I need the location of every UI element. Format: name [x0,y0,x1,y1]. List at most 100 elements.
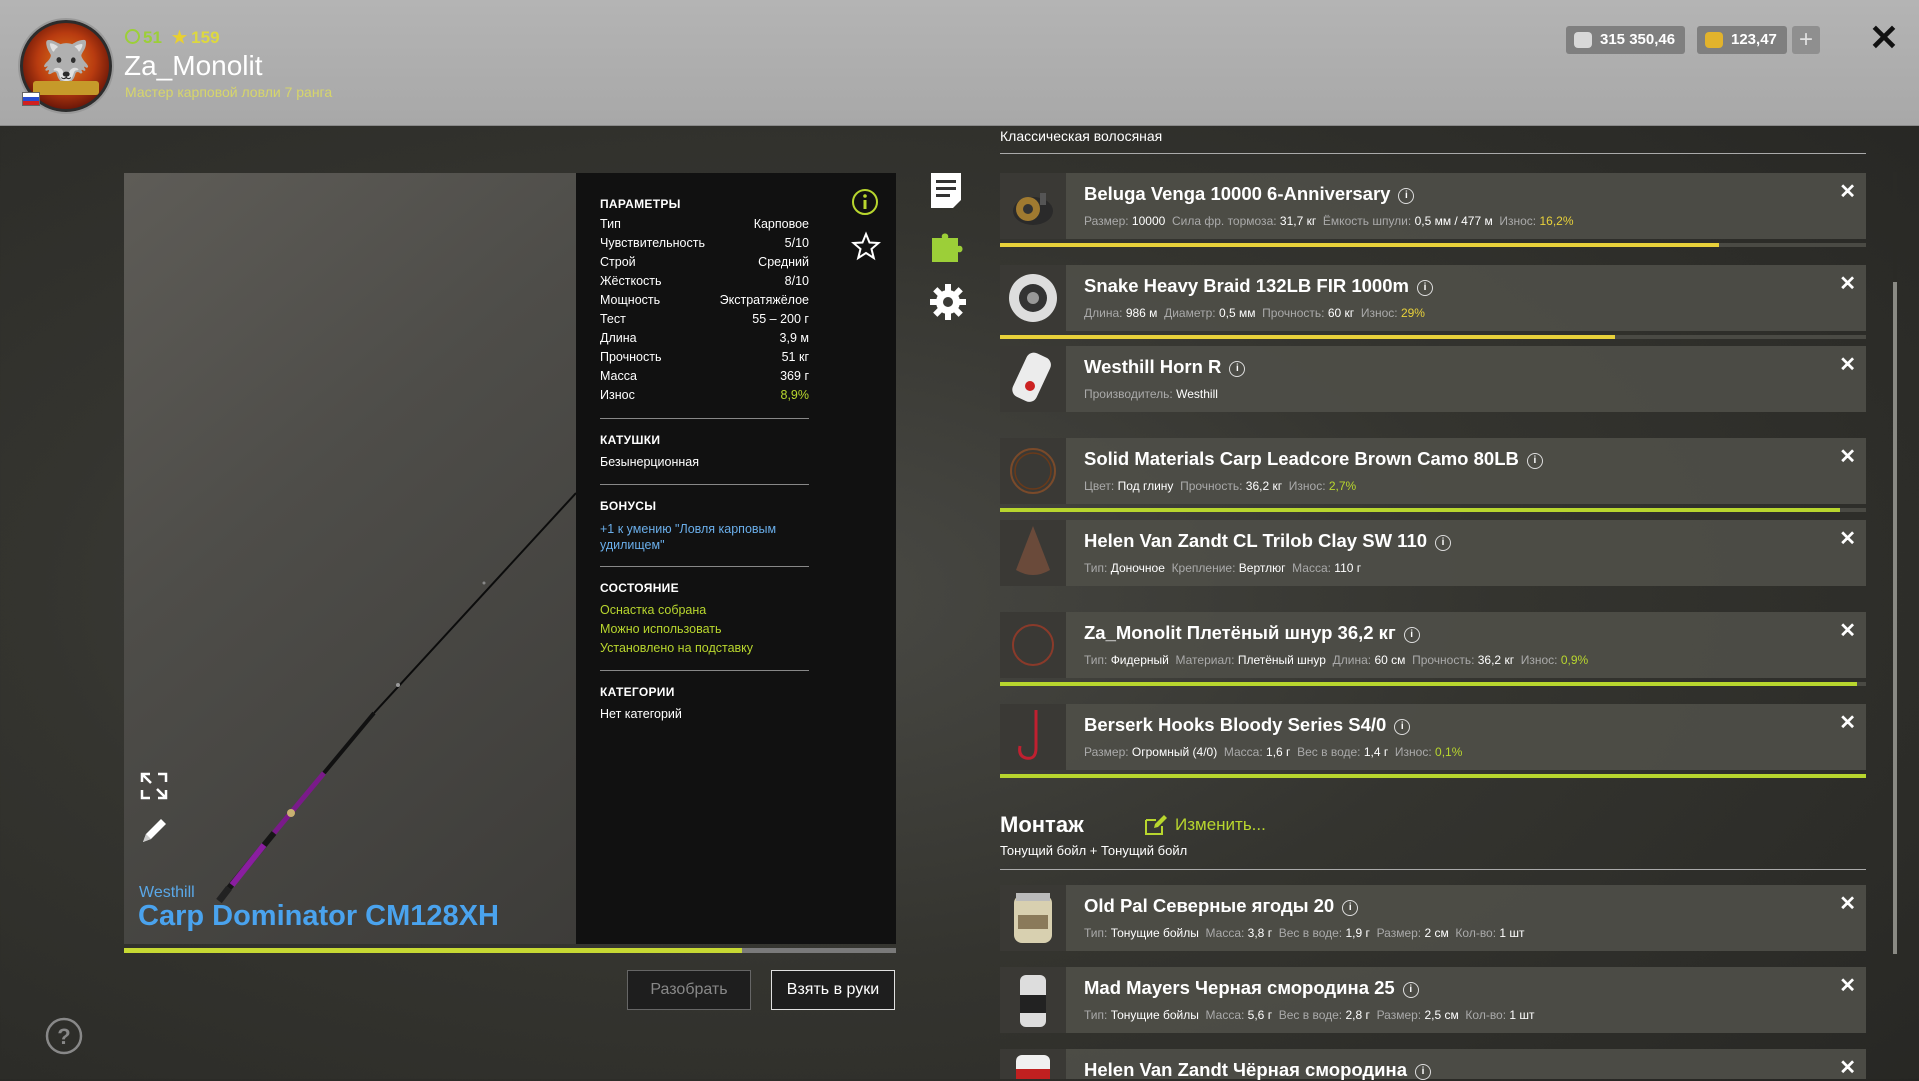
item-name[interactable]: Berserk Hooks Bloody Series S4/0 i [1084,714,1411,736]
tackle-item[interactable]: Westhill Horn R i Производитель: Westhill … [1000,346,1866,412]
item-name-text: Beluga Venga 10000 6-Anniversary [1084,183,1391,204]
prop-label: Производитель: [1084,387,1173,401]
item-thumbnail [1000,520,1066,586]
item-name-text: Snake Heavy Braid 132LB FIR 1000m [1084,275,1409,296]
tackle-item[interactable]: Berserk Hooks Bloody Series S4/0 i Размер:… [1000,704,1866,770]
item-name[interactable]: Helen Van Zandt Чёрная смородина i [1084,1059,1432,1081]
remove-item-icon[interactable]: ✕ [1839,179,1856,204]
tackle-item[interactable]: Snake Heavy Braid 132LB FIR 1000m i Длина:… [1000,265,1866,331]
item-info-icon[interactable]: i [1229,361,1246,377]
item-properties: Тип: Тонущие бойлы Масса: 3,8 г Вес в во… [1084,926,1531,940]
disassemble-button[interactable]: Разобрать [627,970,751,1010]
param-label: Мощность [600,293,661,307]
pencil-icon[interactable] [138,815,170,847]
prop-value: 1 шт [1499,926,1525,940]
rod-model: Carp Dominator CM128XH [138,900,499,932]
edit-montazh-button[interactable]: Изменить... [1175,815,1266,835]
rod-preview[interactable] [124,173,576,944]
expand-icon[interactable] [138,770,170,802]
param-row: Строй Средний [600,255,809,273]
state-value: Оснастка собрана [600,603,707,617]
state-title: СОСТОЯНИЕ [600,581,679,595]
prop-label: Вес в воде: [1297,745,1361,759]
item-name-text: Helen Van Zandt Чёрная смородина [1084,1059,1408,1080]
close-icon[interactable]: ✕ [1866,20,1902,56]
remove-item-icon[interactable]: ✕ [1839,1055,1856,1080]
item-info-icon[interactable]: i [1394,719,1411,735]
param-label: Тест [600,312,626,326]
prop-value: 986 м [1125,306,1158,320]
bait-item[interactable]: Helen Van Zandt Чёрная смородина i ✕ [1000,1049,1866,1081]
remove-item-icon[interactable]: ✕ [1839,352,1856,377]
remove-item-icon[interactable]: ✕ [1839,973,1856,998]
prop-label: Диаметр: [1164,306,1216,320]
item-name[interactable]: Helen Van Zandt CL Trilob Clay SW 110 i [1084,530,1452,552]
item-info-icon[interactable]: i [1415,1064,1432,1080]
item-name[interactable]: Za_Monolit Плетёный шнур 36,2 кг i [1084,622,1420,644]
categories-value: Нет категорий [600,707,682,721]
tackle-item[interactable]: Solid Materials Carp Leadcore Brown Camo… [1000,438,1866,504]
param-label: Чувствительность [600,236,705,250]
item-name-text: Solid Materials Carp Leadcore Brown Camo… [1084,448,1519,469]
item-name[interactable]: Mad Mayers Черная смородина 25 i [1084,977,1419,999]
item-name-text: Westhill Horn R [1084,356,1222,377]
item-info-icon[interactable]: i [1402,982,1419,998]
settings-gear-icon[interactable] [928,282,966,322]
gold-amount: 123,47 [1731,31,1777,48]
item-info-icon[interactable]: i [1416,280,1433,296]
favorite-star-icon[interactable] [851,231,881,261]
item-info-icon[interactable]: i [1403,627,1420,643]
bait-item[interactable]: Mad Mayers Черная смородина 25 i Тип: Тону… [1000,967,1866,1033]
remove-item-icon[interactable]: ✕ [1839,891,1856,916]
divider [600,566,809,567]
tackle-item[interactable]: Beluga Venga 10000 6-Anniversary i Размер:… [1000,173,1866,239]
bonus-title: БОНУСЫ [600,499,657,513]
remove-item-icon[interactable]: ✕ [1839,271,1856,296]
puzzle-icon[interactable] [928,226,964,266]
prop-label: Кол-во: [1455,926,1497,940]
remove-item-icon[interactable]: ✕ [1839,526,1856,551]
param-label: Тип [600,217,621,231]
add-gold-button[interactable]: + [1792,26,1820,54]
edit-icon[interactable] [1144,814,1168,836]
item-name[interactable]: Snake Heavy Braid 132LB FIR 1000m i [1084,275,1433,297]
param-row: Прочность 51 кг [600,350,809,368]
item-name[interactable]: Solid Materials Carp Leadcore Brown Camo… [1084,448,1543,470]
item-properties: Цвет: Под глину Прочность: 36,2 кг Износ… [1084,479,1356,493]
item-name[interactable]: Old Pal Северные ягоды 20 i [1084,895,1359,917]
item-info-icon[interactable]: i [1435,535,1452,551]
param-label: Строй [600,255,636,269]
tackle-item[interactable]: Helen Van Zandt CL Trilob Clay SW 110 i Ти… [1000,520,1866,586]
bait-item[interactable]: Old Pal Северные ягоды 20 i Тип: Тонущие б… [1000,885,1866,951]
item-info-icon[interactable]: i [1342,900,1359,916]
scrollbar-thumb[interactable] [1893,282,1897,954]
prop-value: Вертлюг [1238,561,1286,575]
take-in-hands-button[interactable]: Взять в руки [771,970,895,1010]
item-properties: Размер: Огромный (4/0) Масса: 1,6 г Вес … [1084,745,1462,759]
wear-label: Износ: [1360,306,1398,320]
item-info-icon[interactable]: i [1398,188,1415,204]
item-name[interactable]: Westhill Horn R i [1084,356,1246,378]
prop-label: Вес в воде: [1278,1008,1343,1022]
remove-item-icon[interactable]: ✕ [1839,710,1856,735]
info-icon[interactable] [851,188,879,216]
help-icon[interactable]: ? [44,1016,84,1056]
prop-label: Тип: [1084,1008,1108,1022]
condition-bar-fill [1000,243,1719,247]
tackle-item[interactable]: Za_Monolit Плетёный шнур 36,2 кг i Тип: Фи… [1000,612,1866,678]
prop-label: Размер: [1376,926,1422,940]
prop-label: Размер: [1084,745,1129,759]
bait-combo-label: Тонущий бойл + Тонущий бойл [1000,843,1188,858]
param-label: Жёсткость [600,274,662,288]
remove-item-icon[interactable]: ✕ [1839,618,1856,643]
state-value: Установлено на подставку [600,641,754,655]
notes-icon[interactable] [928,170,964,210]
item-name[interactable]: Beluga Venga 10000 6-Anniversary i [1084,183,1415,205]
silver-coins-icon [1574,32,1592,48]
item-thumbnail [1000,265,1066,331]
remove-item-icon[interactable]: ✕ [1839,444,1856,469]
item-info-icon[interactable]: i [1526,453,1543,469]
prop-label: Размер: [1084,214,1129,228]
wear-value: 0,1% [1435,745,1463,759]
level-icon [125,29,140,44]
